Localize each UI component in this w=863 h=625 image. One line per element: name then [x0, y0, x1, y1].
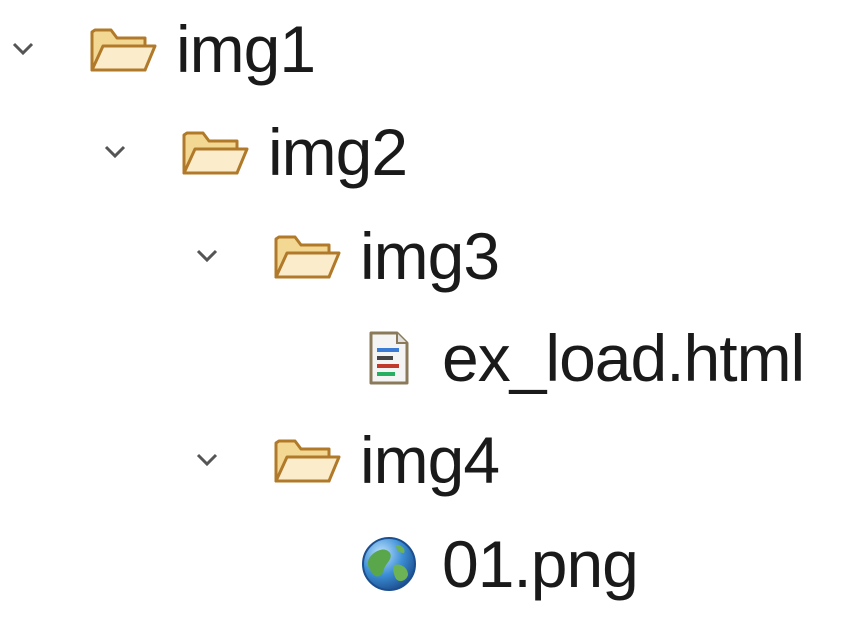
project-tree: img1 img2 img3 ex_load.html img4 01.png	[0, 0, 863, 625]
tree-item-img1[interactable]: img1	[6, 1, 316, 97]
tree-item-img2[interactable]: img2	[98, 104, 408, 200]
html-file-icon	[354, 328, 424, 388]
chevron-down-icon[interactable]	[98, 140, 132, 164]
chevron-down-icon[interactable]	[6, 37, 40, 61]
tree-item-label: img2	[268, 115, 408, 189]
tree-item-label: 01.png	[442, 527, 639, 601]
tree-item-img3[interactable]: img3	[190, 208, 500, 304]
tree-item-01-png[interactable]: 01.png	[272, 516, 639, 612]
tree-item-label: img1	[176, 12, 316, 86]
chevron-down-icon[interactable]	[190, 244, 224, 268]
tree-item-img4[interactable]: img4	[190, 412, 500, 508]
globe-icon	[354, 534, 424, 594]
folder-open-icon	[180, 122, 250, 182]
tree-item-label: img4	[360, 423, 500, 497]
tree-item-ex-load-html[interactable]: ex_load.html	[272, 310, 805, 406]
tree-item-label: img3	[360, 219, 500, 293]
folder-open-icon	[272, 226, 342, 286]
chevron-down-icon[interactable]	[190, 448, 224, 472]
folder-open-icon	[88, 19, 158, 79]
tree-item-label: ex_load.html	[442, 321, 805, 395]
folder-open-icon	[272, 430, 342, 490]
